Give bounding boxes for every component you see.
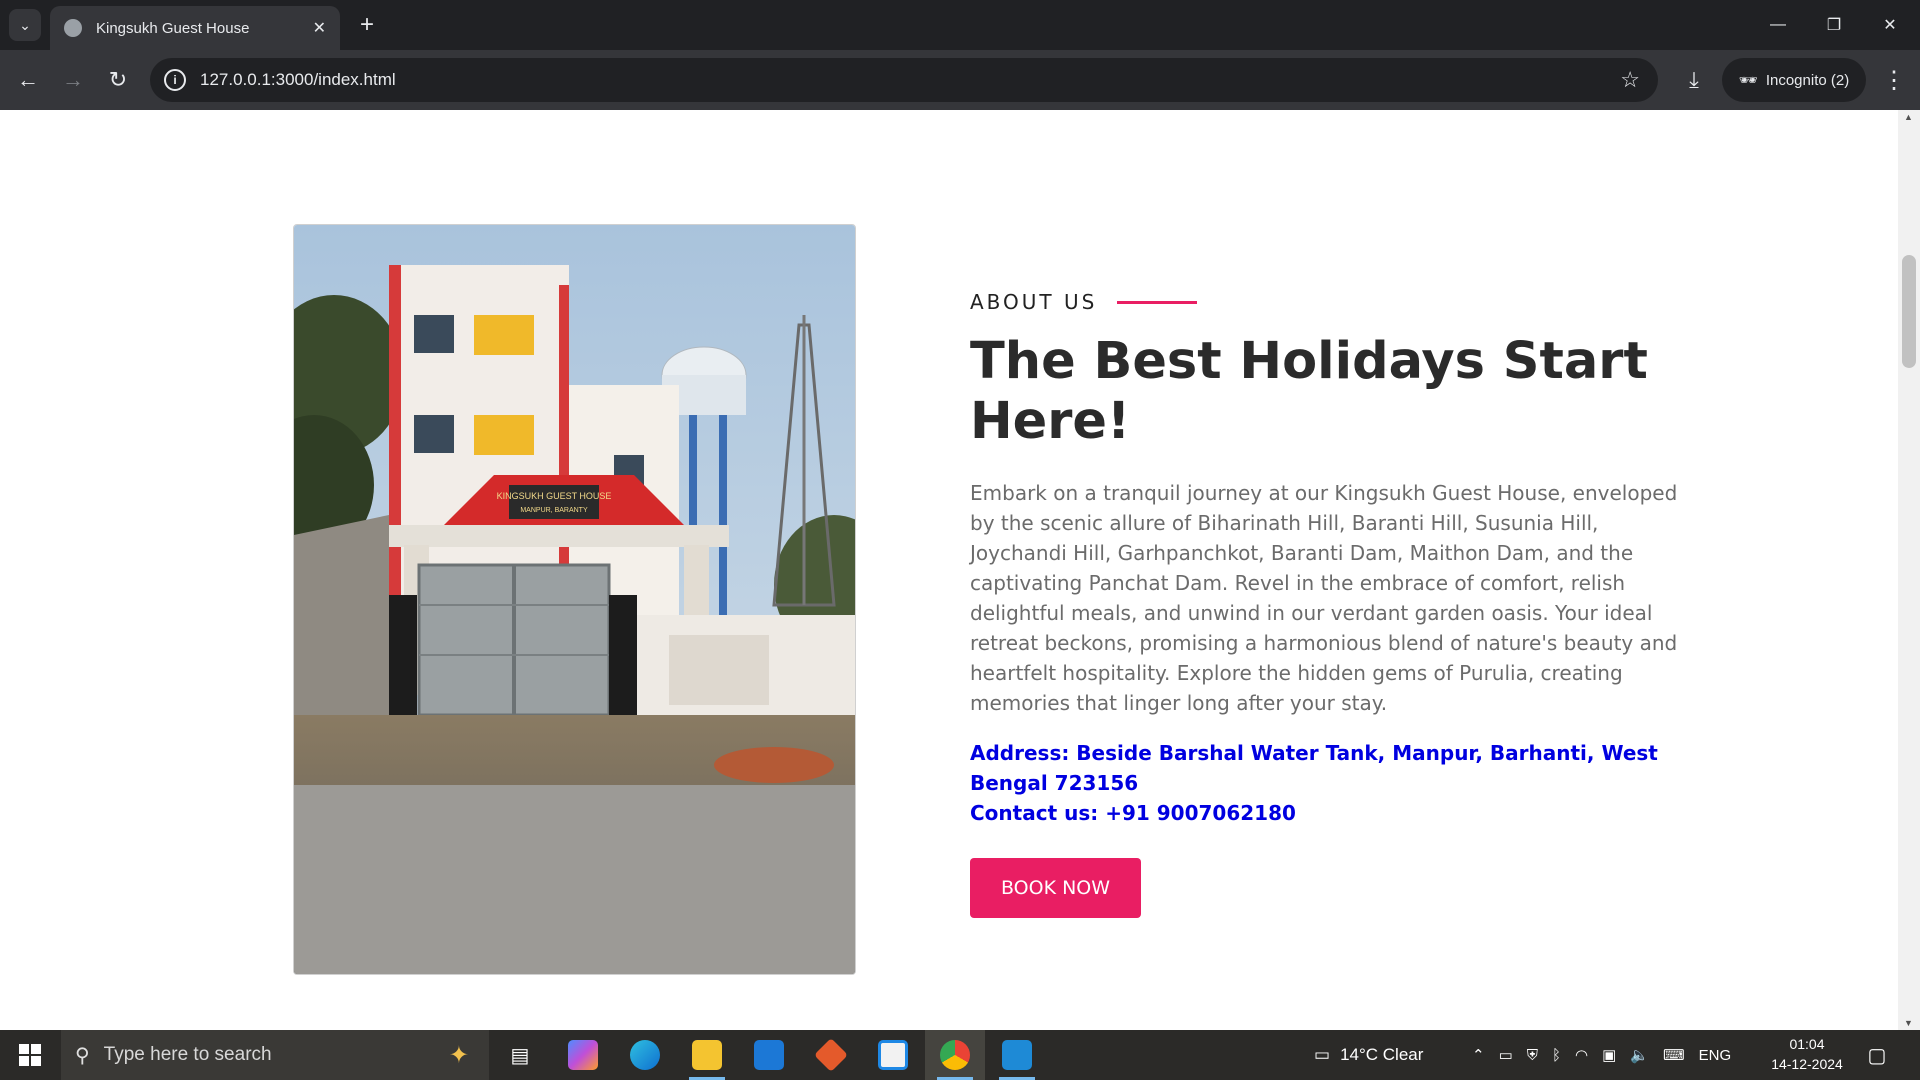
diamond-app-icon — [814, 1038, 848, 1072]
about-section: ABOUT US The Best Holidays Start Here! E… — [970, 290, 1680, 918]
copilot-sparkle-icon[interactable]: ✦ — [449, 1041, 469, 1070]
download-icon[interactable]: ⤓ — [1676, 62, 1712, 98]
battery-icon[interactable]: ▭ — [1499, 1046, 1513, 1064]
address-bar[interactable]: i 127.0.0.1:3000/index.html ☆ — [150, 58, 1658, 102]
volume-icon[interactable]: 🔈 — [1630, 1046, 1649, 1064]
tab-search-button[interactable]: ⌄ — [9, 9, 41, 41]
address-text: Address: Beside Barshal Water Tank, Manp… — [970, 741, 1658, 795]
bluetooth-icon[interactable]: ᛒ — [1552, 1047, 1561, 1064]
section-heading: The Best Holidays Start Here! — [970, 332, 1648, 451]
search-placeholder: Type here to search — [103, 1044, 272, 1065]
security-icon[interactable]: ⛨ — [1527, 1047, 1538, 1064]
chevron-up-icon[interactable]: ⌃ — [1472, 1046, 1485, 1064]
sign-text-line2: MANPUR, BARANTY — [520, 507, 588, 514]
task-view-icon: ▤ — [510, 1044, 530, 1067]
meet-now-icon[interactable]: ▣ — [1602, 1046, 1616, 1064]
chrome-icon — [940, 1040, 970, 1070]
eyebrow-divider — [1117, 300, 1198, 304]
bookmark-star-icon[interactable]: ☆ — [1620, 67, 1640, 93]
contact-text: Contact us: +91 9007062180 — [970, 801, 1296, 825]
mail-icon — [754, 1040, 784, 1070]
weather-widget[interactable]: ▭ 14°C Clear — [1314, 1030, 1423, 1080]
clock-time: 01:04 — [1789, 1036, 1825, 1052]
browser-toolbar: ← → ↻ i 127.0.0.1:3000/index.html ☆ ⤓ 🕶 … — [0, 50, 1920, 110]
windows-logo-icon — [19, 1044, 41, 1066]
minimize-button[interactable]: — — [1750, 0, 1806, 50]
weather-icon: ▭ — [1314, 1045, 1331, 1064]
globe-icon — [64, 19, 82, 37]
section-eyebrow: ABOUT US — [970, 290, 1680, 314]
vscode-icon — [1002, 1040, 1032, 1070]
taskbar-file-explorer[interactable] — [677, 1030, 737, 1080]
taskbar-vscode[interactable] — [987, 1030, 1047, 1080]
taskbar-edge[interactable] — [615, 1030, 675, 1080]
taskbar-search-box[interactable]: ⚲ Type here to search ✦ — [61, 1030, 489, 1080]
weather-text: 14°C Clear — [1340, 1045, 1424, 1064]
incognito-label: Incognito (2) — [1765, 71, 1850, 89]
taskbar-copilot[interactable] — [553, 1030, 613, 1080]
edge-icon — [630, 1040, 660, 1070]
page-scrollbar[interactable]: ▲ ▼ — [1898, 110, 1920, 1030]
close-tab-icon[interactable]: ✕ — [313, 18, 326, 38]
store-icon — [878, 1040, 908, 1070]
browser-tab[interactable]: Kingsukh Guest House ✕ — [50, 6, 340, 50]
incognito-button[interactable]: 🕶 Incognito (2) — [1722, 58, 1866, 102]
notification-icon[interactable]: ▢ — [1862, 1040, 1892, 1070]
reload-button[interactable]: ↻ — [100, 62, 136, 98]
tab-title: Kingsukh Guest House — [96, 19, 250, 37]
guest-house-photo: KINGSUKH GUEST HOUSE MANPUR, BARANTY — [293, 224, 856, 975]
wifi-icon[interactable]: ◠ — [1575, 1046, 1588, 1064]
copilot-icon — [568, 1040, 598, 1070]
task-view-button[interactable]: ▤ — [490, 1030, 550, 1080]
taskbar-app-diamond[interactable] — [801, 1030, 861, 1080]
windows-taskbar: ⚲ Type here to search ✦ ▤ ▭ 14°C Clear ⌃… — [0, 1030, 1920, 1080]
taskbar-clock[interactable]: 01:04 14-12-2024 — [1768, 1034, 1846, 1074]
start-button[interactable] — [0, 1030, 60, 1080]
site-info-icon[interactable]: i — [164, 69, 186, 91]
taskbar-chrome[interactable] — [925, 1030, 985, 1080]
forward-button[interactable]: → — [55, 62, 91, 98]
scroll-up-arrow-icon[interactable]: ▲ — [1904, 112, 1913, 122]
incognito-icon: 🕶 — [1738, 72, 1758, 89]
taskbar-store[interactable] — [863, 1030, 923, 1080]
about-description: Embark on a tranquil journey at our King… — [970, 481, 1678, 715]
sign-text-line1: KINGSUKH GUEST HOUSE — [497, 491, 612, 501]
tab-strip: ⌄ Kingsukh Guest House ✕ + — ❐ ✕ — [0, 0, 1920, 50]
keyboard-icon[interactable]: ⌨ — [1663, 1046, 1685, 1064]
page-viewport: KINGSUKH GUEST HOUSE MANPUR, BARANTY ABO… — [0, 110, 1920, 1030]
scroll-thumb[interactable] — [1902, 255, 1916, 368]
browser-menu-icon[interactable]: ⋮ — [1876, 62, 1912, 98]
folder-icon — [692, 1040, 722, 1070]
search-icon: ⚲ — [75, 1044, 90, 1067]
language-indicator[interactable]: ENG — [1699, 1047, 1732, 1064]
clock-date: 14-12-2024 — [1771, 1056, 1843, 1072]
url-text[interactable]: 127.0.0.1:3000/index.html — [200, 70, 1620, 90]
close-window-button[interactable]: ✕ — [1862, 0, 1918, 50]
scroll-down-arrow-icon[interactable]: ▼ — [1904, 1018, 1913, 1028]
system-tray: ⌃ ▭ ⛨ ᛒ ◠ ▣ 🔈 ⌨ ENG — [1472, 1030, 1731, 1080]
book-now-button[interactable]: BOOK NOW — [970, 858, 1141, 918]
back-button[interactable]: ← — [10, 62, 46, 98]
restore-button[interactable]: ❐ — [1806, 0, 1862, 50]
new-tab-button[interactable]: + — [352, 10, 382, 40]
taskbar-mail[interactable] — [739, 1030, 799, 1080]
eyebrow-label: ABOUT US — [970, 290, 1098, 314]
